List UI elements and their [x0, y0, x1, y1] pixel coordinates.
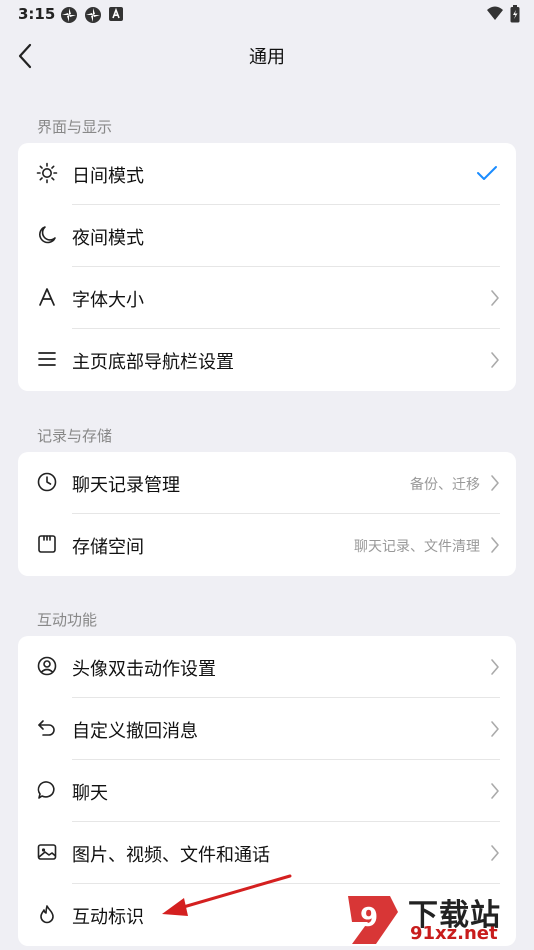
- row-label: 字体大小: [72, 290, 144, 311]
- moon-icon: [39, 226, 56, 244]
- font-size-icon: [39, 288, 55, 306]
- app-a-icon: [109, 7, 123, 21]
- row-day-mode[interactable]: 日间模式: [18, 143, 516, 205]
- row-font-size[interactable]: 字体大小: [18, 267, 516, 329]
- image-icon: [37, 844, 57, 860]
- watermark-url: 91xz.net: [410, 923, 498, 944]
- row-label: 日间模式: [72, 166, 144, 187]
- chevron-right-icon: [491, 537, 499, 553]
- card-storage: 聊天记录管理 备份、迁移 存储空间 聊天记录、文件清理: [18, 452, 516, 576]
- row-label: 主页底部导航栏设置: [72, 352, 234, 373]
- menu-lines-icon: [38, 352, 56, 366]
- battery-icon: [510, 5, 520, 23]
- clock-icon: [37, 472, 57, 492]
- chevron-right-icon: [491, 475, 499, 491]
- card-display: 日间模式 夜间模式 字体大小 主页底部导航栏设置: [18, 143, 516, 391]
- nav-bar: 通用: [0, 30, 534, 82]
- chevron-right-icon: [491, 721, 499, 737]
- watermark-logo-text: 9: [360, 903, 378, 933]
- pinwheel-icon: [85, 7, 101, 23]
- row-storage-space[interactable]: 存储空间 聊天记录、文件清理: [18, 514, 516, 576]
- chevron-right-icon: [491, 783, 499, 799]
- row-label: 头像双击动作设置: [72, 659, 216, 680]
- undo-icon: [38, 720, 55, 736]
- section-title-storage: 记录与存储: [37, 427, 113, 445]
- wifi-icon: [487, 6, 503, 20]
- row-label: 聊天: [72, 783, 108, 804]
- status-bar: 3:15: [0, 0, 534, 28]
- watermark-logo: 9: [348, 896, 398, 944]
- page-title: 通用: [249, 47, 285, 68]
- row-label: 聊天记录管理: [72, 475, 180, 496]
- row-label: 自定义撤回消息: [72, 721, 198, 742]
- chevron-right-icon: [491, 290, 499, 306]
- row-avatar-double-tap[interactable]: 头像双击动作设置: [18, 636, 516, 698]
- row-chat-history[interactable]: 聊天记录管理 备份、迁移: [18, 452, 516, 514]
- row-value: 备份、迁移: [410, 477, 480, 493]
- row-label: 夜间模式: [72, 228, 144, 249]
- pinwheel-icon: [61, 7, 77, 23]
- row-custom-recall[interactable]: 自定义撤回消息: [18, 698, 516, 760]
- watermark: 9 下载站 91xz.net: [332, 888, 532, 948]
- row-label: 存储空间: [72, 537, 144, 558]
- checkmark-icon: [477, 166, 497, 180]
- flame-icon: [40, 905, 54, 924]
- sun-icon: [36, 162, 58, 184]
- notification-icons: [60, 6, 124, 24]
- annotation-arrow: [162, 874, 292, 916]
- row-label: 互动标识: [72, 907, 144, 928]
- row-bottom-nav-settings[interactable]: 主页底部导航栏设置: [18, 329, 516, 391]
- system-icons: [486, 5, 520, 23]
- row-night-mode[interactable]: 夜间模式: [18, 205, 516, 267]
- section-title-interaction: 互动功能: [37, 611, 98, 629]
- section-title-display: 界面与显示: [37, 118, 113, 136]
- row-value: 聊天记录、文件清理: [354, 539, 480, 555]
- chat-bubble-icon: [37, 781, 55, 799]
- status-time: 3:15: [18, 5, 56, 23]
- avatar-circle-icon: [37, 656, 57, 676]
- row-chat[interactable]: 聊天: [18, 760, 516, 822]
- chevron-right-icon: [491, 845, 499, 861]
- row-label: 图片、视频、文件和通话: [72, 845, 270, 866]
- sd-card-icon: [38, 535, 56, 553]
- chevron-right-icon: [491, 352, 499, 368]
- chevron-right-icon: [491, 659, 499, 675]
